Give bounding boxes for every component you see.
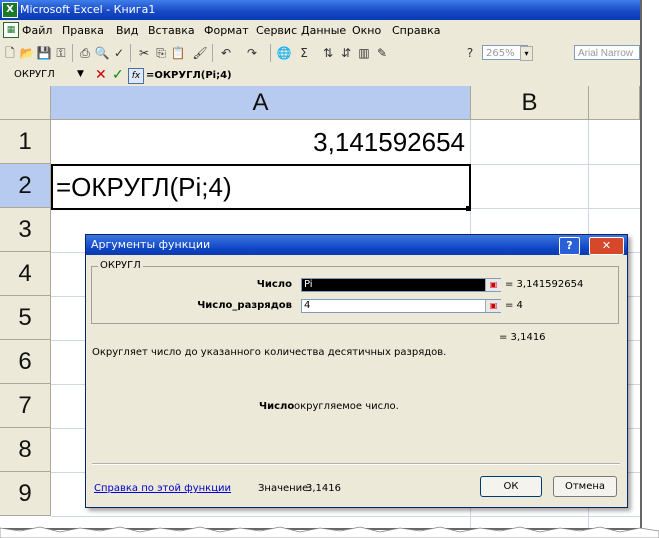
- dialog-title-bar[interactable]: Аргументы функции ? ✕: [86, 235, 627, 255]
- function-help-link[interactable]: Справка по этой функции: [94, 483, 231, 494]
- name-box[interactable]: ОКРУГЛ: [14, 69, 55, 80]
- toolbar-separator: [212, 44, 213, 62]
- save-icon[interactable]: 💾: [36, 45, 52, 61]
- row-header-5[interactable]: 5: [0, 296, 51, 340]
- enter-formula-icon[interactable]: ✓: [112, 67, 124, 83]
- font-select[interactable]: Arial Narrow: [574, 45, 640, 60]
- value-display: 3,1416: [306, 483, 341, 494]
- print-preview-icon[interactable]: 🔍: [94, 45, 110, 61]
- menu-insert[interactable]: Вставка: [148, 24, 195, 37]
- chevron-down-icon[interactable]: ▾: [520, 46, 533, 61]
- help-button[interactable]: ?: [559, 237, 580, 255]
- row-header-4[interactable]: 4: [0, 252, 51, 296]
- row-header-8[interactable]: 8: [0, 428, 51, 472]
- cell-a1[interactable]: 3,141592654: [51, 120, 469, 164]
- chevron-down-icon[interactable]: ▼: [77, 69, 84, 79]
- collapse-dialog-icon[interactable]: ▣: [485, 300, 501, 312]
- cancel-formula-icon[interactable]: ✕: [95, 67, 107, 83]
- row-header-6[interactable]: 6: [0, 340, 51, 384]
- title-bar[interactable]: X Microsoft Excel - Книга1: [0, 0, 640, 20]
- close-button[interactable]: ✕: [589, 237, 624, 255]
- arg-input-number[interactable]: Pi: [301, 278, 501, 292]
- select-all-corner[interactable]: [0, 86, 51, 120]
- row-header-3[interactable]: 3: [0, 208, 51, 252]
- arg-label-digits: Число_разрядов: [197, 300, 292, 311]
- redo-icon[interactable]: ↷: [244, 45, 260, 61]
- standard-toolbar: 🗋 📂 💾 ⚿ ⎙ 🔍 ✓ ✂ ⎘ 📋 🖌 ↶ ↷ 🌐 Σ ⇅ ⇵ ▥ ✎ ?: [0, 40, 640, 67]
- row-header-2[interactable]: 2: [0, 164, 51, 208]
- arg-help-text: округляемое число.: [294, 401, 399, 412]
- excel-window: X Microsoft Excel - Книга1 ▦ Файл Правка…: [0, 0, 642, 530]
- menu-file[interactable]: Файл: [22, 24, 52, 37]
- divider: [92, 463, 620, 465]
- arg-result-digits: = 4: [505, 300, 523, 311]
- sort-asc-icon[interactable]: ⇅: [320, 45, 336, 61]
- insert-function-icon[interactable]: fx: [128, 68, 144, 84]
- formula-input[interactable]: =ОКРУГЛ(Pi;4): [146, 70, 232, 81]
- print-icon[interactable]: ⎙: [77, 45, 93, 61]
- workbook-icon[interactable]: ▦: [3, 22, 19, 38]
- autosum-icon[interactable]: Σ: [296, 45, 312, 61]
- toolbar-separator: [270, 44, 271, 62]
- arg-result-number: = 3,141592654: [505, 279, 584, 290]
- chart-wizard-icon[interactable]: ▥: [356, 45, 372, 61]
- toolbar-separator: [130, 44, 131, 62]
- fill-handle[interactable]: [466, 206, 471, 211]
- group-label: ОКРУГЛ: [98, 260, 143, 271]
- cut-icon[interactable]: ✂: [136, 45, 152, 61]
- excel-app-icon: X: [2, 2, 18, 18]
- arg-help-label: Число: [259, 401, 295, 412]
- arguments-group: ОКРУГЛ Число Pi ▣ = 3,141592654 Число_ра…: [91, 260, 619, 324]
- menu-view[interactable]: Вид: [116, 24, 138, 37]
- sort-desc-icon[interactable]: ⇵: [338, 45, 354, 61]
- formula-result: = 3,1416: [499, 332, 546, 343]
- cancel-button[interactable]: Отмена: [553, 476, 617, 497]
- open-icon[interactable]: 📂: [19, 45, 35, 61]
- menu-bar: ▦ Файл Правка Вид Вставка Формат Сервис …: [0, 20, 640, 40]
- menu-help[interactable]: Справка: [392, 24, 440, 37]
- column-header-c[interactable]: [589, 86, 640, 120]
- permission-icon[interactable]: ⚿: [53, 45, 69, 61]
- menu-format[interactable]: Формат: [204, 24, 249, 37]
- copy-icon[interactable]: ⎘: [153, 45, 169, 61]
- row-header-9[interactable]: 9: [0, 472, 51, 516]
- spelling-icon[interactable]: ✓: [111, 45, 127, 61]
- drawing-icon[interactable]: ✎: [374, 45, 390, 61]
- gridline: [51, 516, 640, 517]
- menu-window[interactable]: Окно: [352, 24, 381, 37]
- cell-a2-active[interactable]: =ОКРУГЛ(Pi;4): [51, 164, 471, 210]
- help-icon[interactable]: ?: [462, 45, 478, 61]
- arg-label-number: Число: [256, 279, 292, 290]
- row-header-7[interactable]: 7: [0, 384, 51, 428]
- menu-tools[interactable]: Сервис: [256, 24, 297, 37]
- row-header-1[interactable]: 1: [0, 120, 51, 164]
- value-label: Значение:: [258, 483, 312, 494]
- torn-edge-decoration: [0, 526, 659, 538]
- new-icon[interactable]: 🗋: [2, 45, 18, 61]
- formula-bar: ОКРУГЛ ▼ ✕ ✓ fx =ОКРУГЛ(Pi;4): [0, 66, 640, 86]
- format-painter-icon[interactable]: 🖌: [192, 45, 208, 61]
- dialog-title: Аргументы функции: [91, 238, 211, 251]
- arg-input-digits[interactable]: 4: [301, 299, 501, 313]
- function-description: Округляет число до указанного количества…: [92, 347, 447, 358]
- undo-icon[interactable]: ↶: [218, 45, 234, 61]
- menu-edit[interactable]: Правка: [62, 24, 104, 37]
- hyperlink-icon[interactable]: 🌐: [276, 45, 292, 61]
- column-header-a[interactable]: A: [51, 86, 471, 120]
- function-arguments-dialog: Аргументы функции ? ✕ ОКРУГЛ Число Pi ▣ …: [85, 234, 628, 508]
- toolbar-separator: [72, 44, 73, 62]
- paste-icon[interactable]: 📋: [170, 45, 186, 61]
- menu-data[interactable]: Данные: [301, 24, 346, 37]
- collapse-dialog-icon[interactable]: ▣: [485, 279, 501, 291]
- column-header-b[interactable]: B: [471, 86, 589, 120]
- window-title: Microsoft Excel - Книга1: [20, 3, 156, 16]
- ok-button[interactable]: ОК: [480, 476, 542, 497]
